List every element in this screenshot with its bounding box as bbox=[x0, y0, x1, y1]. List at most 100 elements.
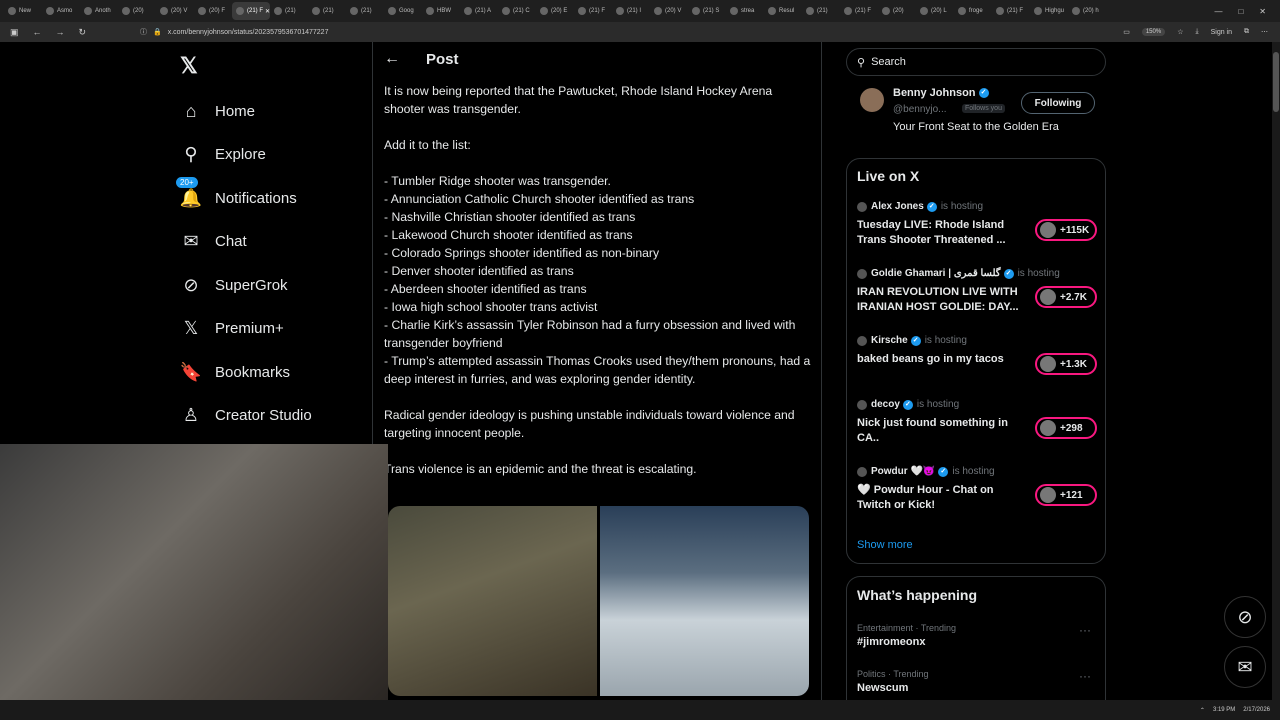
messages-button[interactable]: ✉ bbox=[1224, 646, 1266, 688]
nav-bookmarks-label: Bookmarks bbox=[215, 363, 291, 381]
sidebar-toggle-icon[interactable]: ▣ bbox=[10, 27, 19, 38]
browser-tab[interactable]: (20) V bbox=[650, 2, 688, 20]
live-item[interactable]: decoy ✓ is hosting Nick just found somethin… bbox=[857, 399, 1097, 446]
live-avatar bbox=[1040, 420, 1056, 436]
live-count-pill[interactable]: +2.7K bbox=[1035, 286, 1097, 308]
browser-tab[interactable]: (20) V bbox=[156, 2, 194, 20]
sign-in-button[interactable]: Sign in bbox=[1211, 29, 1232, 36]
search-input[interactable]: ⚲ Search bbox=[846, 48, 1106, 76]
browser-tab[interactable]: (21) I bbox=[612, 2, 650, 20]
avatar[interactable] bbox=[860, 88, 884, 112]
nav-creator-studio[interactable]: ♙ Creator Studio bbox=[180, 400, 312, 430]
post-image-1[interactable] bbox=[388, 506, 597, 696]
live-item[interactable]: Powdur 🤍😈 ✓ is hosting 🤍 Powdur Hour - Chat… bbox=[857, 466, 1097, 513]
browser-tab[interactable]: (21) C bbox=[498, 2, 536, 20]
post-image-2[interactable] bbox=[600, 506, 809, 696]
address-bar: ▣ ← → ↻ ⓘ 🔒 x.com/bennyjohnson/status/20… bbox=[0, 22, 1280, 42]
live-count-pill[interactable]: +115K bbox=[1035, 219, 1097, 241]
url-text[interactable]: x.com/bennyjohnson/status/20235795367014… bbox=[168, 29, 329, 36]
creator-studio-icon: ♙ bbox=[182, 404, 200, 425]
scrollbar-thumb[interactable] bbox=[1273, 52, 1279, 112]
browser-tab[interactable]: New bbox=[4, 2, 42, 20]
trend-item[interactable]: Entertainment · Trending #jimromeonx ··· bbox=[857, 623, 1097, 648]
browser-tab[interactable]: (21) F ✕ bbox=[232, 2, 270, 20]
tray-icon[interactable]: ⌃ bbox=[1200, 707, 1205, 714]
trend-item[interactable]: Politics · Trending Newscum ··· bbox=[857, 669, 1097, 694]
back-icon[interactable]: ← bbox=[33, 27, 42, 38]
verified-badge-icon: ✓ bbox=[910, 335, 921, 346]
maximize-icon[interactable]: □ bbox=[1238, 7, 1243, 16]
more-options-icon[interactable]: ··· bbox=[1079, 669, 1091, 683]
nav-notifications[interactable]: 🔔 20+ Notifications bbox=[176, 177, 297, 213]
tab-favicon-icon bbox=[274, 7, 282, 15]
browser-tab[interactable]: Goog bbox=[384, 2, 422, 20]
home-icon: ⌂ bbox=[185, 100, 197, 121]
browser-tab[interactable]: HBW bbox=[422, 2, 460, 20]
browser-tab[interactable]: (20) F bbox=[194, 2, 232, 20]
show-more-link[interactable]: Show more bbox=[857, 539, 913, 551]
live-count-pill[interactable]: +121 bbox=[1035, 484, 1097, 506]
minimize-icon[interactable]: — bbox=[1214, 7, 1222, 16]
live-item[interactable]: Goldie Ghamari | گلسا قمری ✓ is hosting IRA… bbox=[857, 268, 1097, 315]
download-icon[interactable]: ⤓ bbox=[1195, 28, 1198, 36]
browser-tab[interactable]: (21) bbox=[346, 2, 384, 20]
grok-icon: ⊘ bbox=[183, 274, 199, 295]
browser-tab[interactable]: (20) h bbox=[1068, 2, 1106, 20]
scrollbar[interactable] bbox=[1272, 42, 1280, 700]
browser-tab[interactable]: strea bbox=[726, 2, 764, 20]
extensions-icon[interactable]: ⧉ bbox=[1244, 28, 1249, 36]
forward-icon[interactable]: → bbox=[56, 27, 65, 38]
live-host: Kirsche ✓ is hosting bbox=[857, 335, 1097, 346]
grok-button[interactable]: ⊘ bbox=[1224, 596, 1266, 638]
trend-name: #jimromeonx bbox=[857, 636, 926, 648]
zoom-level[interactable]: 150% bbox=[1141, 28, 1166, 36]
nav-premium[interactable]: 𝕏 Premium+ bbox=[180, 313, 284, 343]
nav-explore[interactable]: ⚲ Explore bbox=[180, 139, 265, 169]
live-item[interactable]: Alex Jones ✓ is hosting Tuesday LIVE: Rhode… bbox=[857, 201, 1097, 248]
following-button[interactable]: Following bbox=[1021, 92, 1095, 114]
nav-bookmarks[interactable]: 🔖 Bookmarks bbox=[180, 357, 290, 387]
browser-tab[interactable]: (21) F bbox=[840, 2, 878, 20]
browser-tab[interactable]: (21) bbox=[802, 2, 840, 20]
browser-tab[interactable]: Anoth bbox=[80, 2, 118, 20]
browser-tab[interactable]: (21) A bbox=[460, 2, 498, 20]
url-field[interactable]: ⓘ 🔒 x.com/bennyjohnson/status/2023579536… bbox=[140, 27, 1123, 37]
nav-chat[interactable]: ✉ Chat bbox=[180, 226, 246, 256]
tab-label: (21) A bbox=[475, 8, 492, 14]
browser-tab[interactable]: froge bbox=[954, 2, 992, 20]
browser-tab[interactable]: Resul bbox=[764, 2, 802, 20]
browser-tab[interactable]: (20) bbox=[878, 2, 916, 20]
post-line: - Tumbler Ridge shooter was transgender. bbox=[384, 174, 611, 188]
live-item[interactable]: Kirsche ✓ is hosting baked beans go in my t… bbox=[857, 335, 1097, 375]
star-icon[interactable]: ☆ bbox=[1177, 28, 1183, 36]
site-info-icon[interactable]: ⓘ bbox=[140, 27, 147, 37]
live-count-pill[interactable]: +298 bbox=[1035, 417, 1097, 439]
nav-supergrok[interactable]: ⊘ SuperGrok bbox=[180, 270, 287, 300]
browser-tab[interactable]: (20) L bbox=[916, 2, 954, 20]
tab-favicon-icon bbox=[654, 7, 662, 15]
more-options-icon[interactable]: ··· bbox=[1079, 623, 1091, 637]
profile-name[interactable]: Benny Johnson ✓ bbox=[893, 87, 989, 99]
browser-tab[interactable]: (21) bbox=[270, 2, 308, 20]
x-logo-icon[interactable]: 𝕏 bbox=[180, 53, 198, 79]
tab-label: (21) I bbox=[627, 8, 642, 14]
post-line: - Colorado Springs shooter identified as… bbox=[384, 246, 660, 260]
browser-tab[interactable]: Asmo bbox=[42, 2, 80, 20]
browser-tab[interactable]: Highgu bbox=[1030, 2, 1068, 20]
browser-tab[interactable]: (21) S bbox=[688, 2, 726, 20]
nav-home[interactable]: ⌂ Home bbox=[180, 96, 255, 126]
back-arrow-icon[interactable]: ← bbox=[384, 50, 400, 68]
live-count-pill[interactable]: +1.3K bbox=[1035, 353, 1097, 375]
screen-icon[interactable]: ▭ bbox=[1123, 28, 1130, 36]
browser-tab[interactable]: (21) bbox=[308, 2, 346, 20]
browser-tab[interactable]: (20) E bbox=[536, 2, 574, 20]
live-avatar bbox=[1040, 289, 1056, 305]
menu-icon[interactable]: ⋯ bbox=[1261, 28, 1268, 36]
close-window-icon[interactable]: ✕ bbox=[1259, 7, 1266, 16]
post-media[interactable] bbox=[388, 506, 809, 696]
browser-tab[interactable]: (20) bbox=[118, 2, 156, 20]
browser-tab[interactable]: (21) F bbox=[574, 2, 612, 20]
browser-tab[interactable]: (21) F bbox=[992, 2, 1030, 20]
reload-icon[interactable]: ↻ bbox=[79, 27, 87, 38]
